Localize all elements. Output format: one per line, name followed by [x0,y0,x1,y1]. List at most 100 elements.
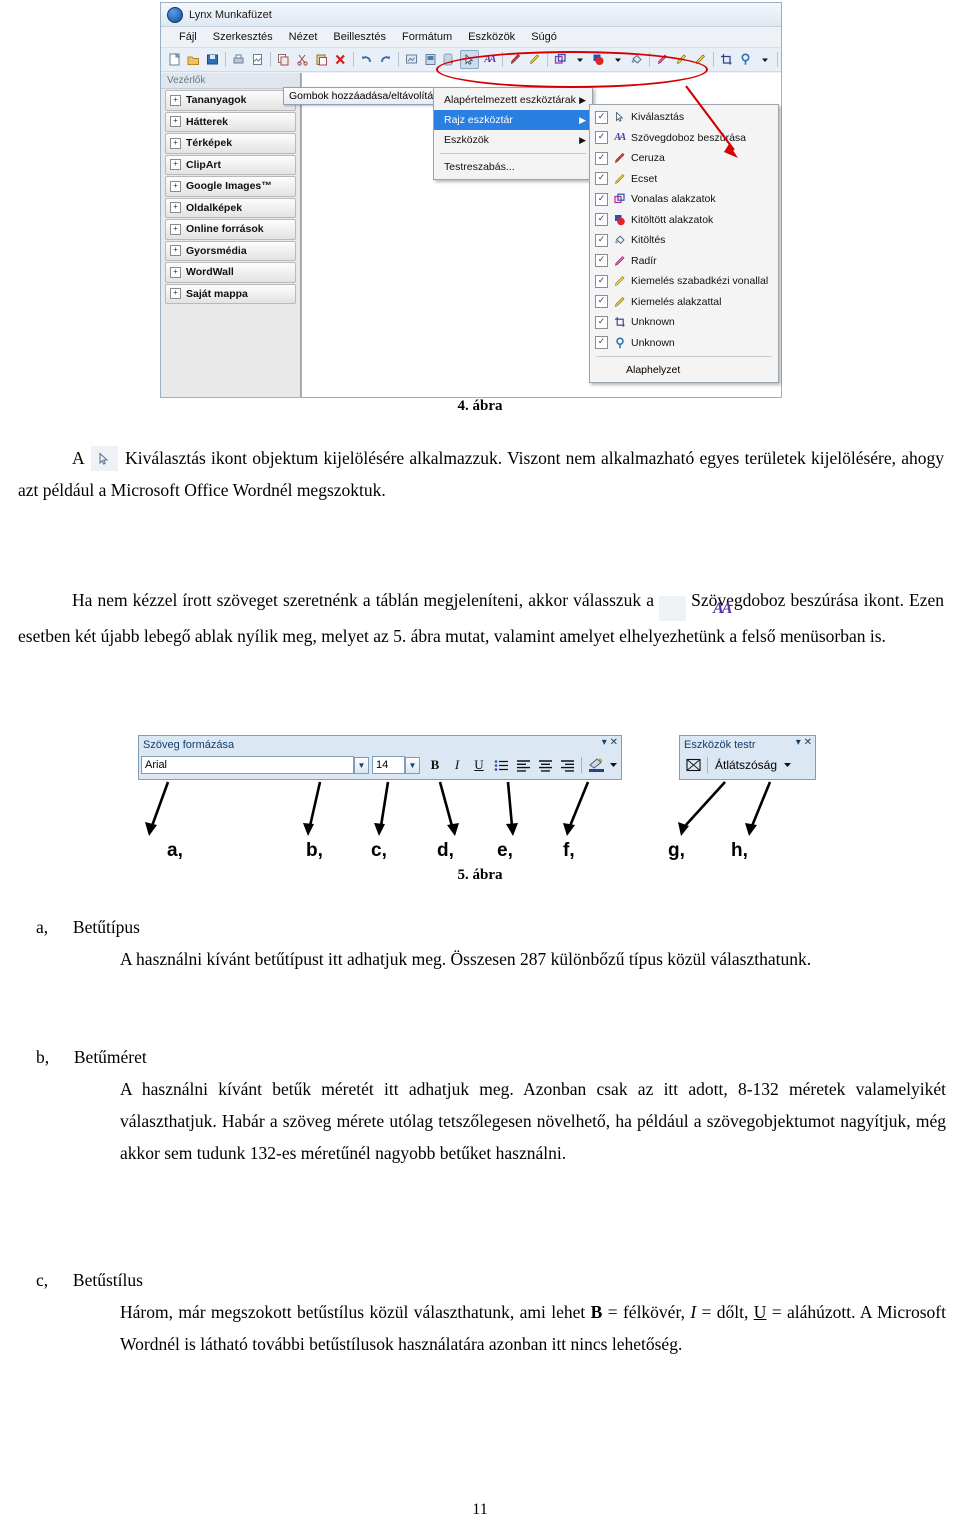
align-right-button[interactable] [556,755,578,775]
screen-capture-icon[interactable] [403,51,420,68]
italic-button[interactable]: I [446,755,468,775]
expand-icon[interactable]: + [170,116,181,128]
toolbar-overflow-icon[interactable] [441,51,458,68]
submenu-item-radir[interactable]: ✓ Radír [590,251,778,272]
submenu-item-kitoltes[interactable]: ✓ Kitöltés [590,230,778,251]
sidebar-item-clipart[interactable]: + ClipArt [165,154,296,175]
menu-item-testreszabas[interactable]: Testreszabás... [434,157,592,177]
align-left-button[interactable] [512,755,534,775]
toolbar-context-menu[interactable]: Alapértelmezett eszköztárak ▶ Rajz eszkö… [433,87,593,180]
checkbox-checked-icon[interactable]: ✓ [595,110,608,124]
sidebar-item-tananyagok[interactable]: + Tananyagok [165,90,296,111]
select-tool-icon[interactable] [460,50,479,69]
menu-item-eszkozok[interactable]: Eszközök ▶ [434,130,592,150]
toolbar-caption-buttons[interactable]: ▾ ✕ [602,737,618,748]
menu-item-fajl[interactable]: Fájl [171,29,205,45]
checkbox-checked-icon[interactable]: ✓ [595,315,608,329]
text-color-dropdown-icon[interactable] [607,755,619,775]
font-family-dropdown-icon[interactable]: ▼ [353,756,369,774]
menu-item-sugo[interactable]: Súgó [523,29,565,45]
chevron-down-icon[interactable]: ▾ [602,737,607,748]
eraser-icon[interactable] [654,51,671,68]
open-file-icon[interactable] [185,51,202,68]
expand-icon[interactable]: + [170,137,181,149]
menubar[interactable]: Fájl Szerkesztés Nézet Beillesztés Formá… [161,27,781,48]
transparency-preview-icon[interactable] [682,755,704,775]
transparency-label[interactable]: Átlátszóság [711,758,781,772]
sidebar-item-google-images[interactable]: + Google Images™ [165,176,296,197]
close-icon[interactable]: ✕ [804,737,812,748]
cut-icon[interactable] [294,51,311,68]
checkbox-checked-icon[interactable]: ✓ [595,172,608,186]
submenu-item-szovegdoboz-beszurasa[interactable]: ✓ AA Szövegdoboz beszúrása [590,128,778,149]
expand-icon[interactable]: + [170,266,181,278]
expand-icon[interactable]: + [170,245,181,257]
sidebar-item-sajat-mappa[interactable]: + Saját mappa [165,283,296,304]
checkbox-checked-icon[interactable]: ✓ [595,151,608,165]
menu-item-beillesztes[interactable]: Beillesztés [325,29,394,45]
submenu-item-crop-unknown[interactable]: ✓ Unknown [590,312,778,333]
menu-item-formatum[interactable]: Formátum [394,29,460,45]
filled-shapes-icon[interactable] [590,51,607,68]
sidebar-item-terkepek[interactable]: + Térképek [165,133,296,154]
expand-icon[interactable]: + [170,180,181,192]
chevron-down-icon[interactable]: ▾ [796,737,801,748]
menu-item-eszkozok[interactable]: Eszközök [460,29,523,45]
checkbox-checked-icon[interactable]: ✓ [595,336,608,350]
sidebar-item-online-forrasok[interactable]: + Online források [165,219,296,240]
expand-icon[interactable]: + [170,159,181,171]
sidebar-item-hatterek[interactable]: + Hátterek [165,111,296,132]
outline-shapes-dropdown-icon[interactable] [571,51,588,68]
submenu-item-ceruza[interactable]: ✓ Ceruza [590,148,778,169]
menu-item-nezet[interactable]: Nézet [281,29,326,45]
toolbar-caption-buttons[interactable]: ▾ ✕ [796,737,812,748]
paste-icon[interactable] [313,51,330,68]
checkbox-checked-icon[interactable]: ✓ [595,192,608,206]
menu-item-alapertelmezett-eszkoztarak[interactable]: Alapértelmezett eszköztárak ▶ [434,90,592,110]
drawing-overflow-icon[interactable] [756,51,773,68]
font-family-input[interactable]: Arial [141,756,354,774]
menu-item-szerkesztes[interactable]: Szerkesztés [205,29,281,45]
sidebar-item-wordwall[interactable]: + WordWall [165,262,296,283]
bullet-list-button[interactable] [490,755,512,775]
main-toolbar[interactable]: AA [161,48,781,72]
expand-icon[interactable]: + [170,94,181,106]
copy-icon[interactable] [275,51,292,68]
underline-button[interactable]: U [468,755,490,775]
pencil-tool-icon[interactable] [507,51,524,68]
submenu-item-kiemeles-alakzattal[interactable]: ✓ Kiemelés alakzattal [590,292,778,313]
spotlight-icon[interactable] [737,51,754,68]
submenu-item-kiemeles-szabadkezi-vonallal[interactable]: ✓ Kiemelés szabadkézi vonallal [590,271,778,292]
checkbox-checked-icon[interactable]: ✓ [595,131,608,145]
checkbox-checked-icon[interactable]: ✓ [595,254,608,268]
font-size-input[interactable]: 14 [371,756,405,774]
align-center-button[interactable] [534,755,556,775]
expand-icon[interactable]: + [170,223,181,235]
expand-icon[interactable]: + [170,202,181,214]
submenu-item-vonalas-alakzatok[interactable]: ✓ Vonalas alakzatok [590,189,778,210]
close-icon[interactable]: ✕ [610,737,618,748]
crop-icon[interactable] [718,51,735,68]
filled-shapes-dropdown-icon[interactable] [609,51,626,68]
text-color-button[interactable] [585,755,607,775]
checkbox-checked-icon[interactable]: ✓ [595,274,608,288]
submenu-item-kivalasztas[interactable]: ✓ Kiválasztás [590,107,778,128]
highlighter-shape-icon[interactable] [692,51,709,68]
expand-icon[interactable]: + [170,288,181,300]
save-icon[interactable] [204,51,221,68]
menu-item-rajz-eszkoztar[interactable]: Rajz eszköztár ▶ [434,110,592,130]
undo-icon[interactable] [358,51,375,68]
checkbox-checked-icon[interactable]: ✓ [595,213,608,227]
redo-icon[interactable] [377,51,394,68]
insert-textbox-icon[interactable]: AA [481,51,498,68]
sidebar-item-oldalkepek[interactable]: + Oldalképek [165,197,296,218]
new-file-icon[interactable] [166,51,183,68]
highlighter-freehand-icon[interactable] [673,51,690,68]
checkbox-checked-icon[interactable]: ✓ [595,295,608,309]
rajz-eszkoztar-submenu[interactable]: ✓ Kiválasztás ✓ AA Szövegdoboz beszúrása… [589,104,779,383]
paint-bucket-icon[interactable] [628,51,645,68]
submenu-item-kitoltott-alakzatok[interactable]: ✓ Kitöltött alakzatok [590,210,778,231]
submenu-item-ecset[interactable]: ✓ Ecset [590,169,778,190]
delete-icon[interactable] [332,51,349,68]
brush-tool-icon[interactable] [526,51,543,68]
